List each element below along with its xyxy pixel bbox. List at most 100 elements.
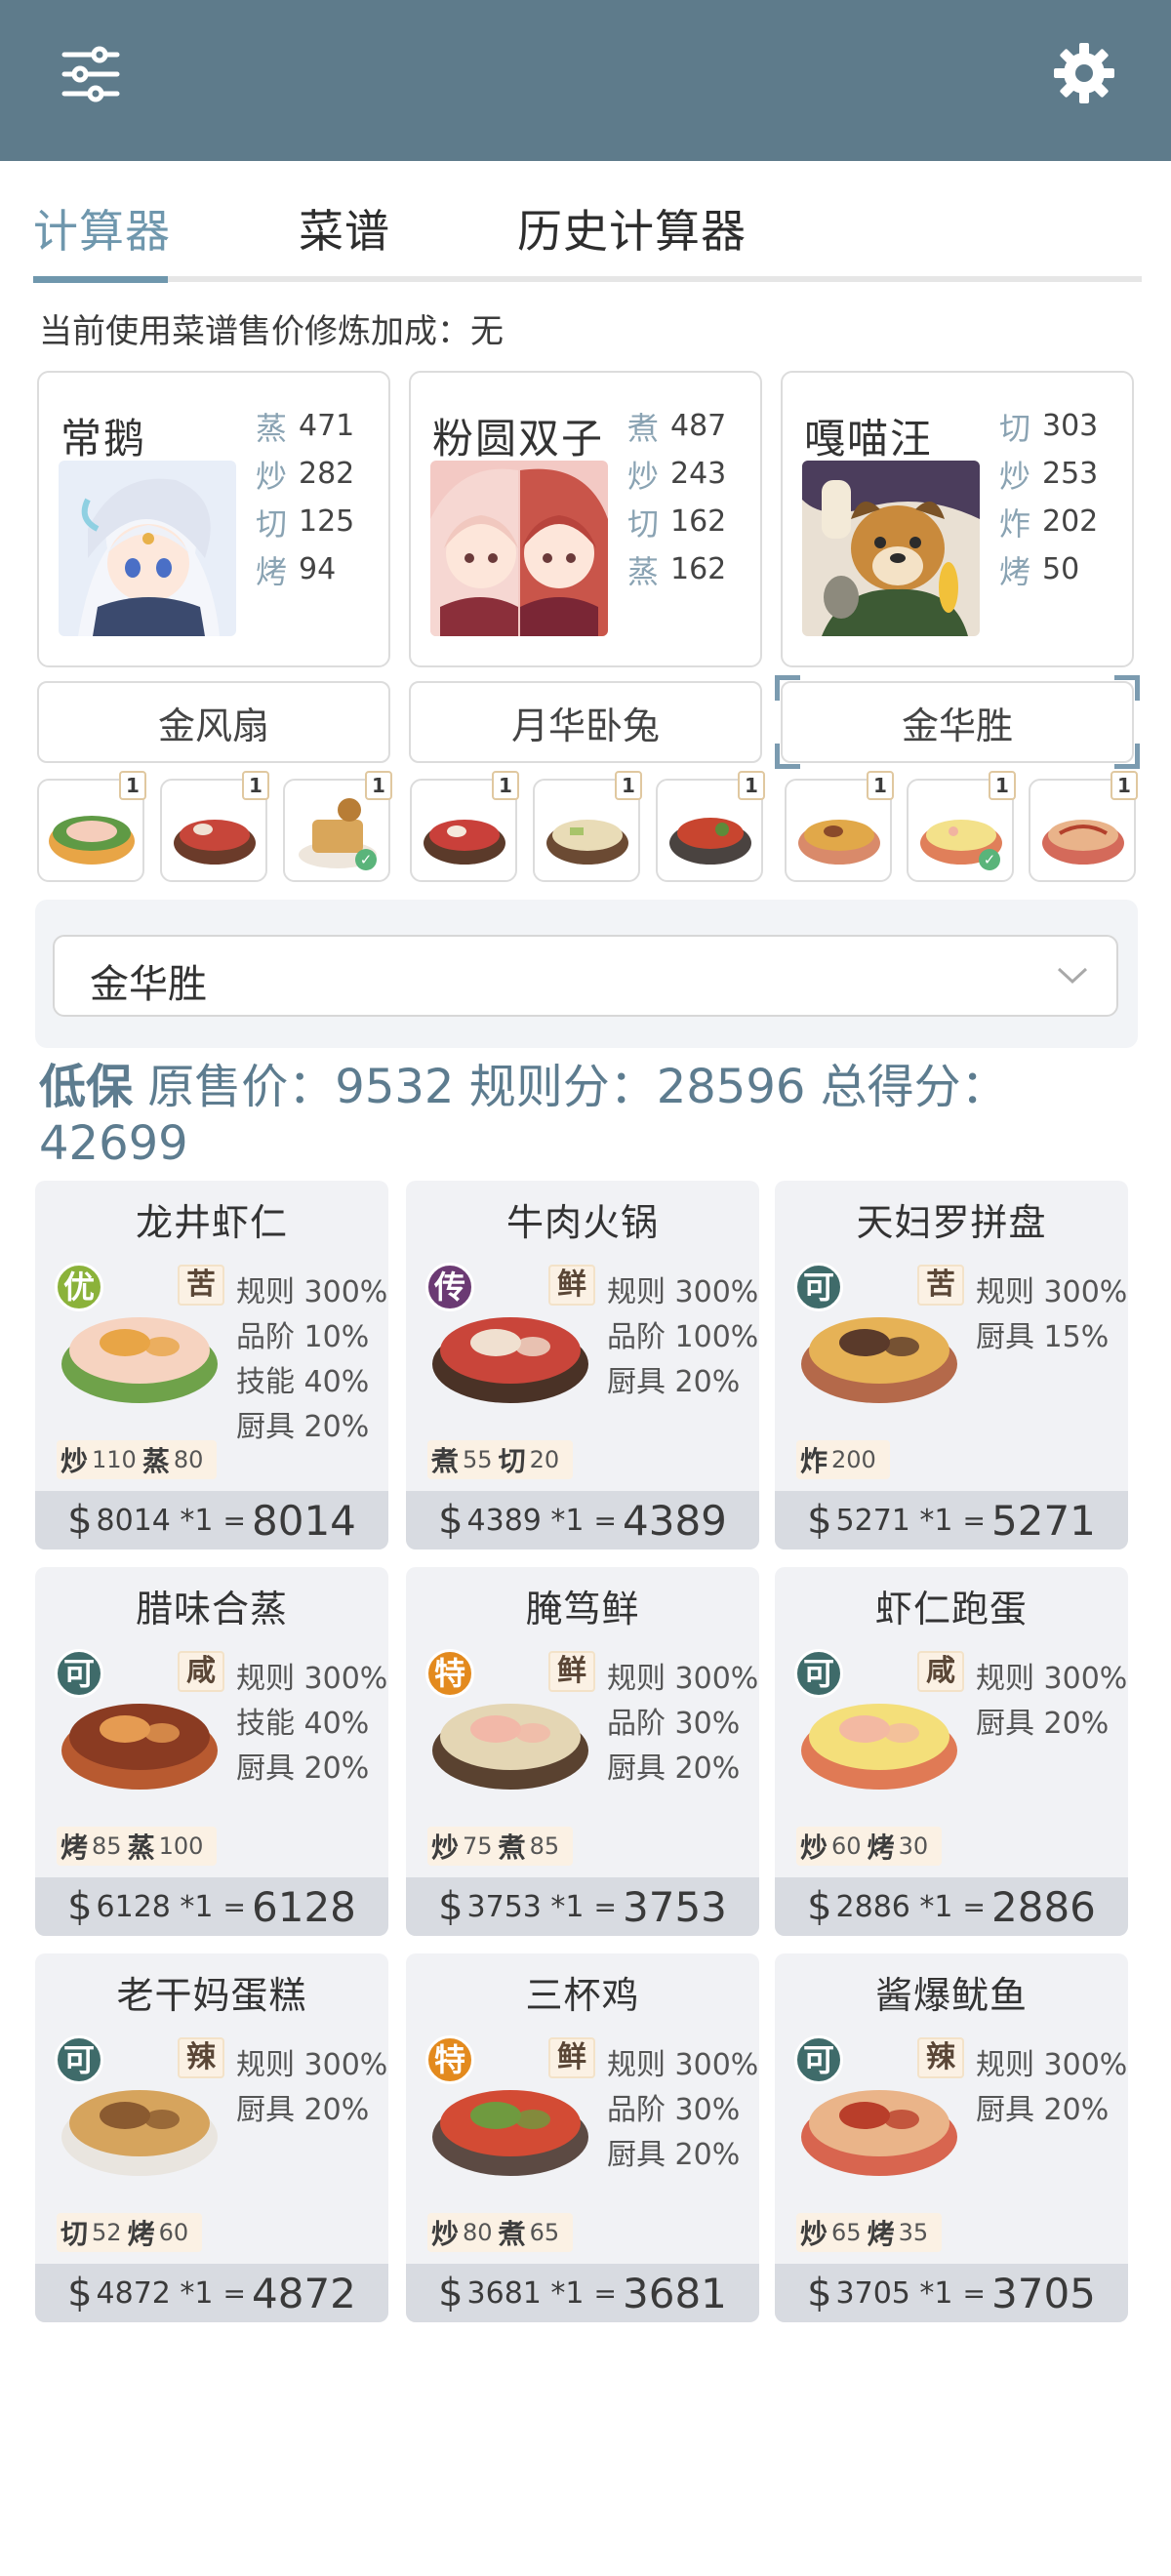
buff-line: 厨具 20% bbox=[236, 1751, 370, 1786]
stat-label: 煮 bbox=[627, 409, 660, 447]
gear-icon[interactable] bbox=[1052, 41, 1116, 105]
buff-line: 厨具 20% bbox=[607, 2138, 741, 2172]
buff-line: 规则 300% bbox=[976, 1662, 1128, 1696]
price-bar: $ 3753 *1 = 3753 bbox=[406, 1877, 759, 1936]
selection-corner bbox=[775, 744, 800, 769]
dish-card[interactable]: 牛肉火锅 传 鲜 规则 300% 品阶 100% 厨具 20% 煮 55 切 20 $ 4… bbox=[406, 1181, 759, 1550]
skill-label: 烤 bbox=[867, 1831, 895, 1864]
skill-requirements: 炒 110 蒸 80 bbox=[57, 1440, 218, 1479]
skill-requirements: 烤 85 蒸 100 bbox=[57, 1827, 218, 1866]
stat-value: 202 bbox=[1042, 504, 1099, 539]
stat-value: 162 bbox=[670, 552, 727, 586]
chef-card[interactable]: 嘎喵汪 切 303 炒 253 炸 202 烤 50 bbox=[781, 371, 1134, 667]
buff-line: 品阶 100% bbox=[607, 1320, 759, 1354]
chef-card[interactable]: 粉圆双子 煮 487 炒 243 切 162 蒸 162 bbox=[409, 371, 762, 667]
score-summary: 低保 原售价：9532 规则分：28596 总得分：42699 bbox=[39, 1059, 1132, 1172]
equipment-select[interactable]: 金华胜 bbox=[53, 935, 1118, 1017]
buff-list: 规则 300% 品阶 30% 厨具 20% bbox=[607, 2043, 758, 2178]
dish-card[interactable]: 酱爆鱿鱼 可 辣 规则 300% 厨具 20% 炒 65 烤 35 $ 3705 *1 … bbox=[775, 1953, 1128, 2322]
stat-label: 切 bbox=[256, 504, 288, 543]
dish-thumbnail[interactable]: 1 ✓ bbox=[283, 771, 392, 882]
buff-line: 厨具 20% bbox=[976, 1707, 1110, 1741]
tab-history-calculator[interactable]: 历史计算器 bbox=[517, 196, 747, 261]
skill-label: 煮 bbox=[498, 2218, 526, 2250]
dish-card[interactable]: 天妇罗拼盘 可 苦 规则 300% 厨具 15% 炸 200 $ 5271 *1 =… bbox=[775, 1181, 1128, 1550]
skill-label: 煮 bbox=[498, 1831, 526, 1864]
price-bar: $ 3681 *1 = 3681 bbox=[406, 2264, 759, 2322]
buff-line: 技能 40% bbox=[236, 1707, 370, 1741]
chef-card[interactable]: 常鹅 蒸 471 炒 282 切 125 烤 94 bbox=[37, 371, 390, 667]
stat-label: 蒸 bbox=[256, 409, 288, 447]
dollar-icon: $ bbox=[807, 2271, 832, 2315]
stat-value: 50 bbox=[1042, 552, 1080, 586]
taste-badge: 苦 bbox=[178, 1265, 224, 1306]
buff-list: 规则 300% 技能 40% 厨具 20% bbox=[236, 1657, 387, 1791]
skill-value: 110 bbox=[92, 1446, 137, 1473]
chef-name: 常鹅 bbox=[61, 415, 147, 463]
buff-line: 规则 300% bbox=[607, 1275, 759, 1309]
price-total: 3681 bbox=[623, 2269, 727, 2317]
dish-card[interactable]: 腊味合蒸 可 咸 规则 300% 技能 40% 厨具 20% 烤 85 蒸 100 $ 6… bbox=[35, 1567, 388, 1936]
dish-thumbnail[interactable]: 1 bbox=[656, 771, 765, 882]
equipment-slot[interactable]: 金风扇 bbox=[37, 681, 390, 763]
low-guarantee-label: 低保 bbox=[39, 1060, 134, 1114]
equipment-slot-selected[interactable]: 金华胜 bbox=[781, 681, 1134, 763]
dish-thumbnail[interactable]: 1 bbox=[410, 771, 519, 882]
dish-thumbnail[interactable]: 1 bbox=[37, 771, 146, 882]
rarity-badge: 可 bbox=[794, 1649, 843, 1698]
price-calculation: 3681 *1 bbox=[466, 2275, 585, 2311]
skill-value: 30 bbox=[898, 1832, 929, 1860]
check-icon: ✓ bbox=[979, 849, 1000, 870]
price-calculation: 2886 *1 bbox=[835, 1889, 953, 1924]
dish-card[interactable]: 龙井虾仁 优 苦 规则 300% 品阶 10% 技能 40% 厨具 20% 炒 110 蒸… bbox=[35, 1181, 388, 1550]
quantity-badge: 1 bbox=[242, 771, 269, 800]
skill-label: 切 bbox=[61, 2218, 89, 2250]
dollar-icon: $ bbox=[438, 2271, 464, 2315]
skill-requirement: 烤 85 bbox=[61, 1827, 122, 1866]
quantity-badge: 1 bbox=[119, 771, 146, 800]
equipment-slot[interactable]: 月华卧兔 bbox=[409, 681, 762, 763]
buff-list: 规则 300% 厨具 15% bbox=[976, 1270, 1127, 1360]
dish-thumbnail[interactable]: 1 bbox=[1029, 771, 1138, 882]
skill-requirements: 煮 55 切 20 bbox=[427, 1440, 574, 1479]
skill-requirement: 切 52 bbox=[61, 2213, 122, 2252]
skill-requirement: 炒 65 bbox=[800, 2213, 862, 2252]
dish-thumbnail[interactable]: 1 ✓ bbox=[907, 771, 1016, 882]
tab-recipes[interactable]: 菜谱 bbox=[299, 196, 390, 261]
skill-requirements: 炸 200 bbox=[796, 1440, 890, 1479]
dish-thumbnail[interactable]: 1 bbox=[533, 771, 642, 882]
check-icon: ✓ bbox=[355, 849, 377, 870]
buff-line: 规则 300% bbox=[236, 1275, 388, 1309]
dish-thumbnail[interactable]: 1 bbox=[785, 771, 894, 882]
tab-calculator[interactable]: 计算器 bbox=[33, 196, 171, 261]
price-bar: $ 8014 *1 = 8014 bbox=[35, 1491, 388, 1550]
dish-card[interactable]: 虾仁跑蛋 可 咸 规则 300% 厨具 20% 炒 60 烤 30 $ 2886 *1 … bbox=[775, 1567, 1128, 1936]
buff-line: 规则 300% bbox=[236, 2048, 388, 2082]
dish-card[interactable]: 腌笃鲜 特 鲜 规则 300% 品阶 30% 厨具 20% 炒 75 煮 85 $ 375… bbox=[406, 1567, 759, 1936]
skill-requirements: 炒 65 烤 35 bbox=[796, 2213, 943, 2252]
buff-line: 品阶 10% bbox=[236, 1320, 370, 1354]
price-bar: $ 4872 *1 = 4872 bbox=[35, 2264, 388, 2322]
dish-card[interactable]: 三杯鸡 特 鲜 规则 300% 品阶 30% 厨具 20% 炒 80 煮 65 $ 368… bbox=[406, 1953, 759, 2322]
dish-thumbnail[interactable]: 1 bbox=[160, 771, 269, 882]
chef-portrait bbox=[59, 461, 236, 636]
quantity-badge: 1 bbox=[492, 771, 519, 800]
skill-value: 20 bbox=[529, 1446, 560, 1473]
price-calculation: 8014 *1 bbox=[96, 1503, 214, 1538]
dish-card[interactable]: 老干妈蛋糕 可 辣 规则 300% 厨具 20% 切 52 烤 60 $ 4872 *1… bbox=[35, 1953, 388, 2322]
dollar-icon: $ bbox=[807, 1498, 832, 1543]
sliders-icon[interactable] bbox=[59, 45, 123, 103]
dollar-icon: $ bbox=[438, 1884, 464, 1929]
price-calculation: 4872 *1 bbox=[96, 2275, 214, 2311]
skill-requirements: 切 52 烤 60 bbox=[57, 2213, 203, 2252]
stat-label: 切 bbox=[999, 409, 1031, 447]
top-app-bar bbox=[0, 0, 1171, 161]
skill-requirement: 炒 60 bbox=[800, 1827, 862, 1866]
equipment-select-panel: 金华胜 bbox=[35, 900, 1138, 1048]
stat-value: 125 bbox=[299, 504, 355, 539]
taste-badge: 鲜 bbox=[548, 1265, 595, 1306]
buff-line: 厨具 20% bbox=[236, 1410, 370, 1444]
skill-requirement: 煮 55 bbox=[431, 1440, 493, 1479]
skill-label: 炒 bbox=[431, 2218, 460, 2250]
skill-label: 炒 bbox=[800, 2218, 828, 2250]
